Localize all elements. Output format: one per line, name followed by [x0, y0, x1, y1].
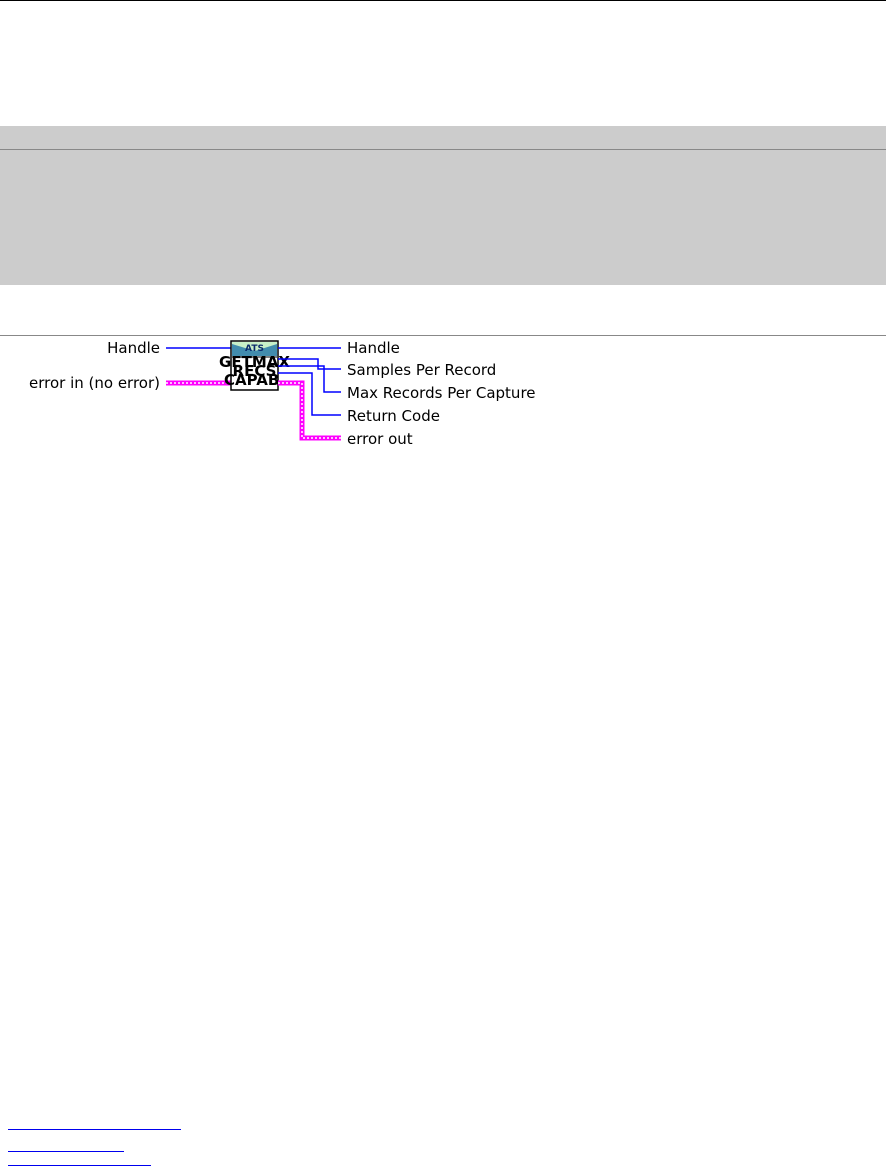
output-label-return-code: Return Code: [347, 407, 440, 425]
connector-pane-diagram: Handle error in (no error) ATS GETMAX RE…: [29, 339, 536, 448]
output-label-error-out: error out: [347, 430, 413, 448]
input-wire-error-in: [166, 380, 231, 386]
vi-line-3: CAPAB.: [224, 371, 285, 389]
related-link-1[interactable]: [8, 1129, 181, 1130]
output-label-samples-per-record: Samples Per Record: [347, 361, 496, 379]
output-label-handle: Handle: [347, 339, 400, 357]
title-band: [0, 126, 886, 285]
top-rule: [0, 0, 886, 1]
related-link-2[interactable]: [8, 1151, 124, 1152]
output-wire-return-code: [278, 372, 341, 416]
related-link-3[interactable]: [8, 1165, 151, 1166]
input-label-handle: Handle: [107, 339, 160, 357]
title-band-divider: [0, 149, 886, 150]
output-label-max-records-per-capture: Max Records Per Capture: [347, 384, 536, 402]
input-label-error-in: error in (no error): [29, 374, 160, 392]
